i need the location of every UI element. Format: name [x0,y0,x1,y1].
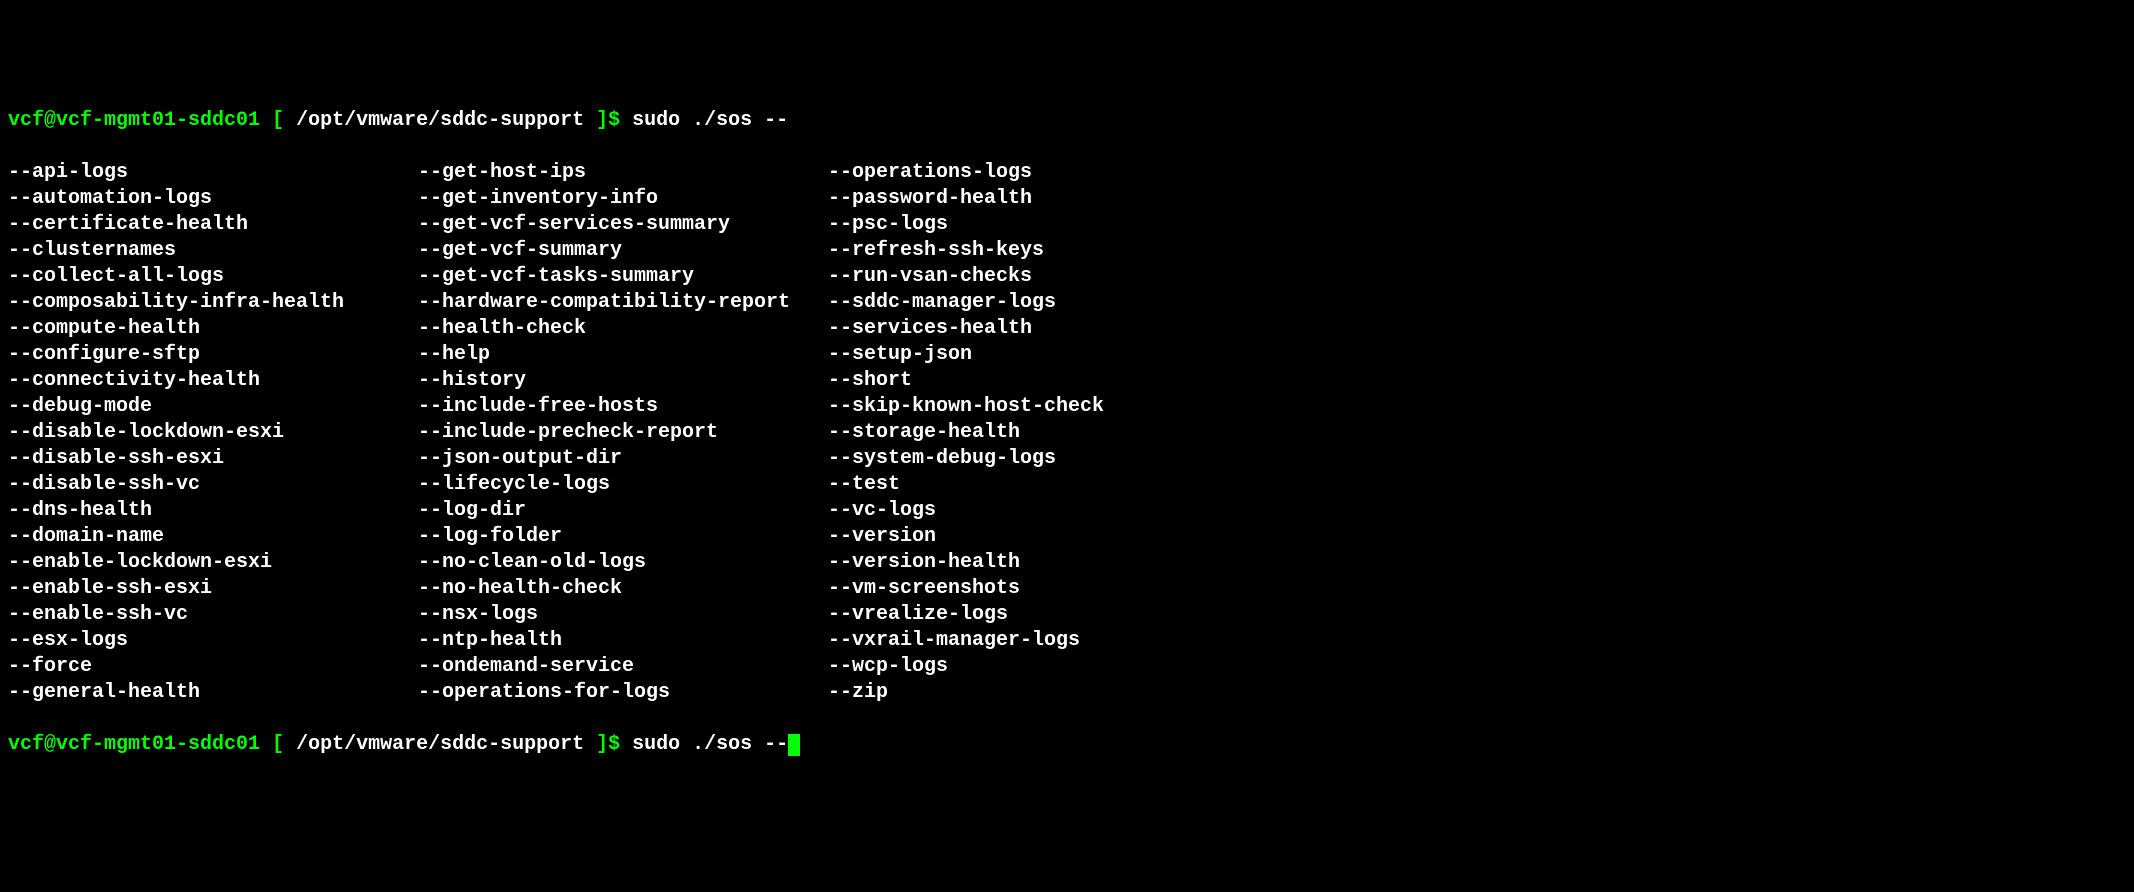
option-item: --enable-lockdown-esxi [8,550,418,576]
option-item: --ntp-health [418,628,828,654]
option-item: --get-vcf-services-summary [418,212,828,238]
option-item: --debug-mode [8,394,418,420]
option-item: --composability-infra-health [8,290,418,316]
option-item: --vc-logs [828,498,2126,524]
option-item: --history [418,368,828,394]
option-item: --sddc-manager-logs [828,290,2126,316]
option-item: --skip-known-host-check [828,394,2126,420]
option-item: --certificate-health [8,212,418,238]
option-item: --get-vcf-tasks-summary [418,264,828,290]
option-item: --domain-name [8,524,418,550]
option-item: --json-output-dir [418,446,828,472]
prompt-line-2: vcf@vcf-mgmt01-sddc01 [ /opt/vmware/sddc… [8,732,2126,758]
option-item: --get-vcf-summary [418,238,828,264]
option-item: --zip [828,680,2126,706]
option-item: --api-logs [8,160,418,186]
options-list: --api-logs--get-host-ips--operations-log… [8,160,2126,706]
option-item: --refresh-ssh-keys [828,238,2126,264]
option-item: --vxrail-manager-logs [828,628,2126,654]
option-item: --get-host-ips [418,160,828,186]
option-item: --esx-logs [8,628,418,654]
prompt-user-host: vcf@vcf-mgmt01-sddc01 [8,733,260,756]
option-item: --enable-ssh-esxi [8,576,418,602]
prompt-bracket-open: [ [260,733,296,756]
option-item: --ondemand-service [418,654,828,680]
cursor [788,734,800,756]
command-input[interactable]: sudo ./sos -- [632,733,788,756]
option-item: --disable-lockdown-esxi [8,420,418,446]
prompt-path: /opt/vmware/sddc-support [296,733,584,756]
option-item: --include-precheck-report [418,420,828,446]
option-item: --log-folder [418,524,828,550]
option-item: --wcp-logs [828,654,2126,680]
option-item: --clusternames [8,238,418,264]
option-item: --services-health [828,316,2126,342]
option-item: --automation-logs [8,186,418,212]
option-item: --storage-health [828,420,2126,446]
option-item: --psc-logs [828,212,2126,238]
command-text[interactable]: sudo ./sos -- [632,109,788,132]
option-item: --disable-ssh-esxi [8,446,418,472]
prompt-user-host: vcf@vcf-mgmt01-sddc01 [8,109,260,132]
option-item: --operations-for-logs [418,680,828,706]
option-item: --run-vsan-checks [828,264,2126,290]
option-item: --nsx-logs [418,602,828,628]
option-item: --get-inventory-info [418,186,828,212]
option-item: --operations-logs [828,160,2126,186]
option-item: --disable-ssh-vc [8,472,418,498]
option-item: --help [418,342,828,368]
option-item: --force [8,654,418,680]
option-item: --system-debug-logs [828,446,2126,472]
option-item: --vrealize-logs [828,602,2126,628]
prompt-bracket-close: ]$ [584,109,632,132]
option-item: --short [828,368,2126,394]
option-item: --vm-screenshots [828,576,2126,602]
option-item: --log-dir [418,498,828,524]
option-item: --setup-json [828,342,2126,368]
option-item: --test [828,472,2126,498]
option-item: --connectivity-health [8,368,418,394]
option-item: --no-clean-old-logs [418,550,828,576]
option-item: --compute-health [8,316,418,342]
option-item: --configure-sftp [8,342,418,368]
prompt-path: /opt/vmware/sddc-support [296,109,584,132]
option-item: --version-health [828,550,2126,576]
option-item: --general-health [8,680,418,706]
option-item: --dns-health [8,498,418,524]
prompt-bracket-open: [ [260,109,296,132]
option-item: --password-health [828,186,2126,212]
option-item: --hardware-compatibility-report [418,290,828,316]
option-item: --version [828,524,2126,550]
option-item: --no-health-check [418,576,828,602]
option-item: --health-check [418,316,828,342]
option-item: --collect-all-logs [8,264,418,290]
option-item: --include-free-hosts [418,394,828,420]
prompt-bracket-close: ]$ [584,733,632,756]
option-item: --enable-ssh-vc [8,602,418,628]
option-item: --lifecycle-logs [418,472,828,498]
prompt-line-1: vcf@vcf-mgmt01-sddc01 [ /opt/vmware/sddc… [8,108,2126,134]
